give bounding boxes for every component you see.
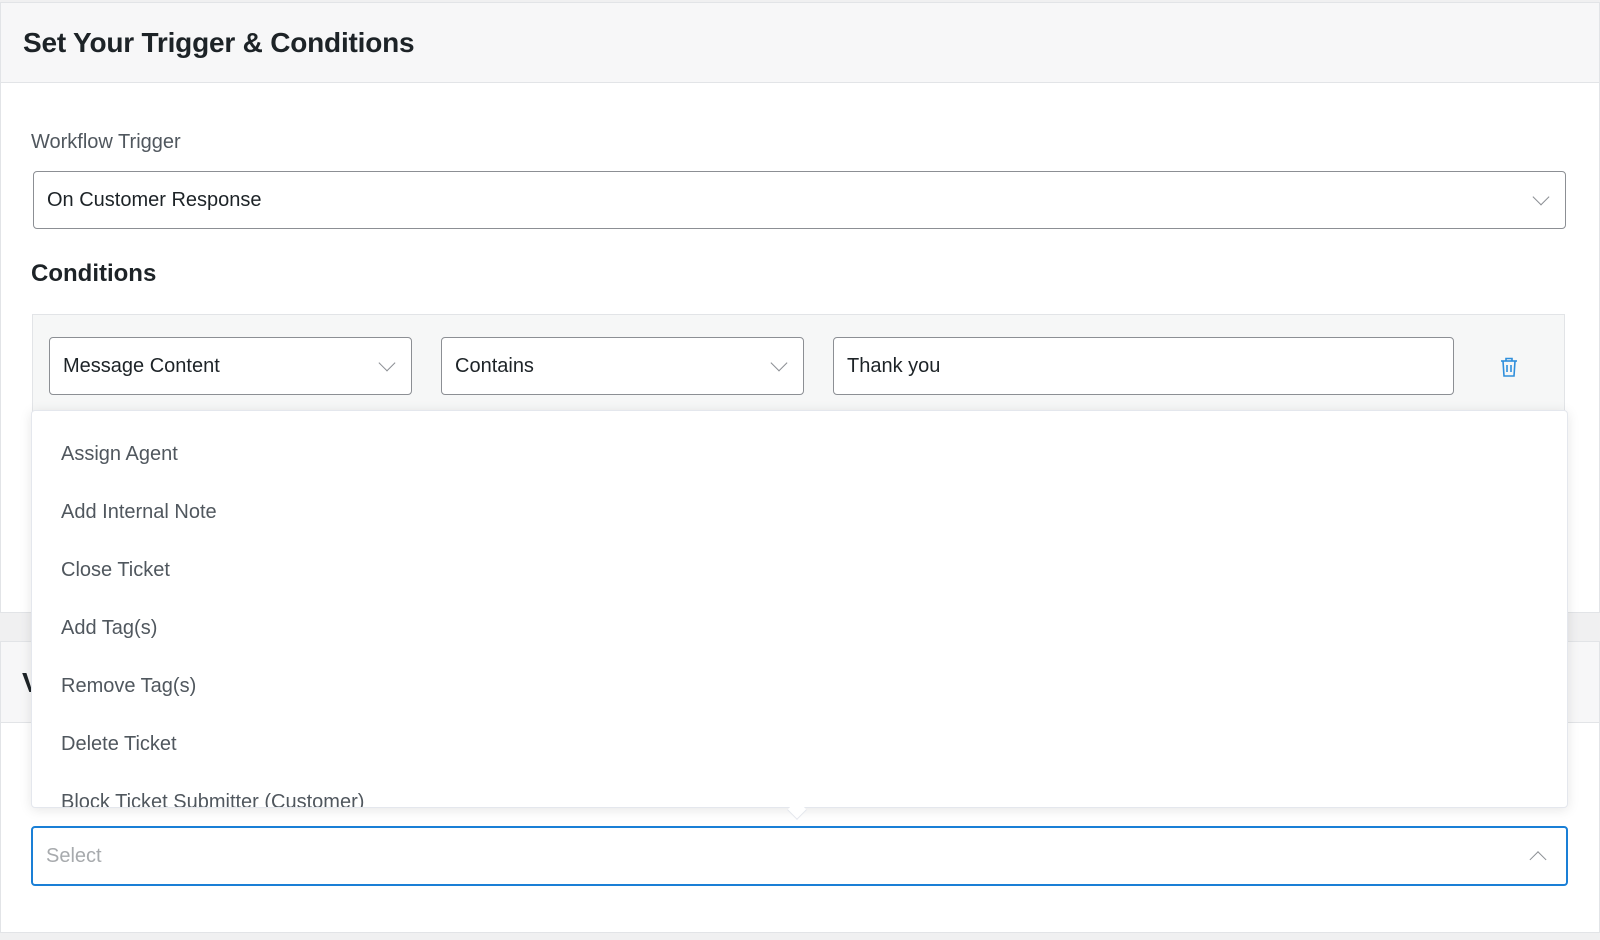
action-select-placeholder: Select [46, 844, 102, 867]
condition-operator-select[interactable]: Contains [441, 337, 804, 395]
condition-row: Message Content Contains Thank you [32, 314, 1565, 414]
dropdown-item-close-ticket[interactable]: Close Ticket [32, 541, 1567, 599]
condition-field-select[interactable]: Message Content [49, 337, 412, 395]
card-header: Set Your Trigger & Conditions [1, 3, 1599, 83]
dropdown-item-delete-ticket[interactable]: Delete Ticket [32, 715, 1567, 773]
chevron-down-icon [378, 354, 396, 372]
trash-icon[interactable] [1499, 356, 1519, 378]
condition-value-input[interactable]: Thank you [833, 337, 1454, 395]
page-title: Set Your Trigger & Conditions [23, 26, 415, 58]
conditions-heading: Conditions [31, 260, 157, 287]
workflow-trigger-value: On Customer Response [47, 188, 262, 211]
dropdown-item-add-tags[interactable]: Add Tag(s) [32, 599, 1567, 657]
workflow-trigger-label: Workflow Trigger [31, 131, 181, 153]
dropdown-item-add-internal-note[interactable]: Add Internal Note [32, 483, 1567, 541]
chevron-up-icon [1529, 851, 1547, 869]
dropdown-item-remove-tags[interactable]: Remove Tag(s) [32, 657, 1567, 715]
condition-value-text: Thank you [847, 354, 941, 377]
workflow-trigger-select[interactable]: On Customer Response [33, 171, 1566, 229]
condition-field-value: Message Content [63, 354, 220, 377]
chevron-down-icon [1532, 188, 1550, 206]
condition-operator-value: Contains [455, 354, 534, 377]
action-dropdown-menu: Assign Agent Add Internal Note Close Tic… [31, 410, 1568, 808]
chevron-down-icon [770, 354, 788, 372]
dropdown-item-assign-agent[interactable]: Assign Agent [32, 425, 1567, 483]
action-select[interactable]: Select [31, 826, 1568, 886]
